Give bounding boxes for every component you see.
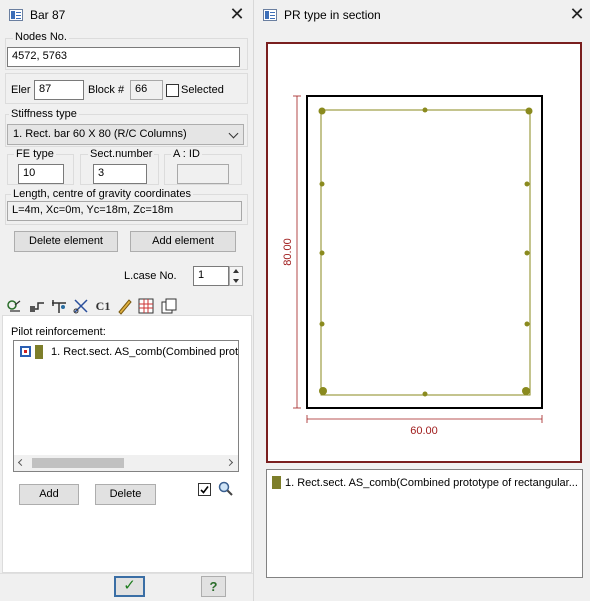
close-icon[interactable]: ✕ [566,4,588,26]
scrollbar-thumb[interactable] [32,458,124,468]
grid-icon[interactable] [137,297,155,315]
section-canvas: 80.00 60.00 [266,42,582,463]
a-id-field [177,164,229,184]
rebar-point [319,387,327,395]
delete-element-button[interactable]: Delete element [14,231,118,252]
support-icon[interactable] [6,297,24,315]
length-field: L=4m, Xc=0m, Yc=18m, Zc=18m [7,201,242,221]
hinge-icon[interactable] [28,297,46,315]
spin-up-icon[interactable] [233,269,239,273]
list-item[interactable]: 1. Rect.sect. AS_comb(Combined prototype… [271,475,581,491]
eler-label: Eler [11,84,31,96]
pilot-list[interactable]: 1. Rect.sect. AS_comb(Combined prototype… [13,340,239,472]
rebar-point [524,181,530,187]
beam-joint-icon[interactable] [50,297,68,315]
sect-number-label: Sect.number [88,148,155,160]
width-dimension-label: 60.00 [410,425,438,437]
list-item-label: 1. Rect.sect. AS_comb(Combined prototype… [51,346,239,358]
lcase-spinner[interactable] [229,266,243,286]
checkmark-icon: ✓ [123,577,136,594]
list-item[interactable]: 1. Rect.sect. AS_comb(Combined prototype… [18,345,239,361]
rebar-point [422,391,428,397]
bar-properties-panel: Bar 87 ✕ Nodes No. 4572, 5763 Eler 87 Bl… [0,0,253,601]
length-label: Length, centre of gravity coordinates [11,188,193,200]
pencil-icon[interactable] [116,297,134,315]
help-icon: ? [209,579,218,594]
fe-type-field[interactable]: 10 [18,164,64,184]
section-drawing: 80.00 60.00 [282,95,543,437]
scissors-icon[interactable] [72,297,90,315]
rebar-point [318,107,326,115]
sect-number-field[interactable]: 3 [93,164,147,184]
selected-checkbox[interactable] [166,84,179,97]
add-element-button[interactable]: Add element [130,231,236,252]
height-dimension-label: 80.00 [282,238,294,266]
close-icon[interactable]: ✕ [226,4,248,26]
window-app-icon [9,9,23,21]
help-button[interactable]: ? [201,576,226,597]
rebar-point [422,107,428,113]
block-field: 66 [130,80,163,100]
a-id-label: A : ID [171,148,202,160]
left-titlebar: Bar 87 ✕ [0,0,253,30]
rebar-outline [320,109,531,396]
rebar-point [319,321,325,327]
right-title: PR type in section [284,8,381,22]
add-button[interactable]: Add [19,484,79,505]
rebar-point [524,321,530,327]
eler-field[interactable]: 87 [34,80,84,100]
nodes-label: Nodes No. [13,31,69,43]
rebar-point [522,387,530,395]
spin-down-icon[interactable] [233,279,239,283]
scroll-left-icon[interactable] [17,458,26,467]
rebar-point [525,107,533,115]
scroll-right-icon[interactable] [225,458,234,467]
rebar-point [319,250,325,256]
lcase-label: L.case No. [124,270,177,282]
lcase-field[interactable]: 1 [193,266,229,286]
left-title: Bar 87 [30,8,66,22]
fe-type-label: FE type [14,148,56,160]
color-swatch-icon [35,345,43,359]
list-item-label: 1. Rect.sect. AS_comb(Combined prototype… [285,477,578,489]
rebar-point [524,250,530,256]
ok-button[interactable]: ✓ [114,576,145,597]
pilot-label: Pilot reinforcement: [11,326,106,338]
section-preview-panel: PR type in section ✕ 80.00 60.00 1. Rect… [253,0,590,601]
section-type-list[interactable]: 1. Rect.sect. AS_comb(Combined prototype… [266,469,583,578]
right-titlebar: PR type in section ✕ [254,0,590,30]
show-checkbox[interactable] [198,483,211,496]
stiffness-label: Stiffness type [9,108,79,120]
block-label: Block # [88,84,125,96]
copy-icon[interactable] [160,297,178,315]
concrete-outline [306,95,543,409]
stiffness-value: 1. Rect. bar 60 X 80 (R/C Columns) [13,128,187,140]
stiffness-select[interactable]: 1. Rect. bar 60 X 80 (R/C Columns) [7,124,244,145]
rebar-point [319,181,325,187]
chevron-down-icon [228,128,239,139]
color-swatch-icon [272,476,281,489]
nodes-field[interactable]: 4572, 5763 [7,47,240,67]
magnifier-icon[interactable] [218,481,234,497]
horizontal-scrollbar[interactable] [14,455,238,471]
section-type-icon [20,346,31,357]
delete-button[interactable]: Delete [95,484,156,505]
window-app-icon [263,9,277,21]
selected-label: Selected [181,84,224,96]
c1-icon[interactable]: C1 [94,297,112,315]
